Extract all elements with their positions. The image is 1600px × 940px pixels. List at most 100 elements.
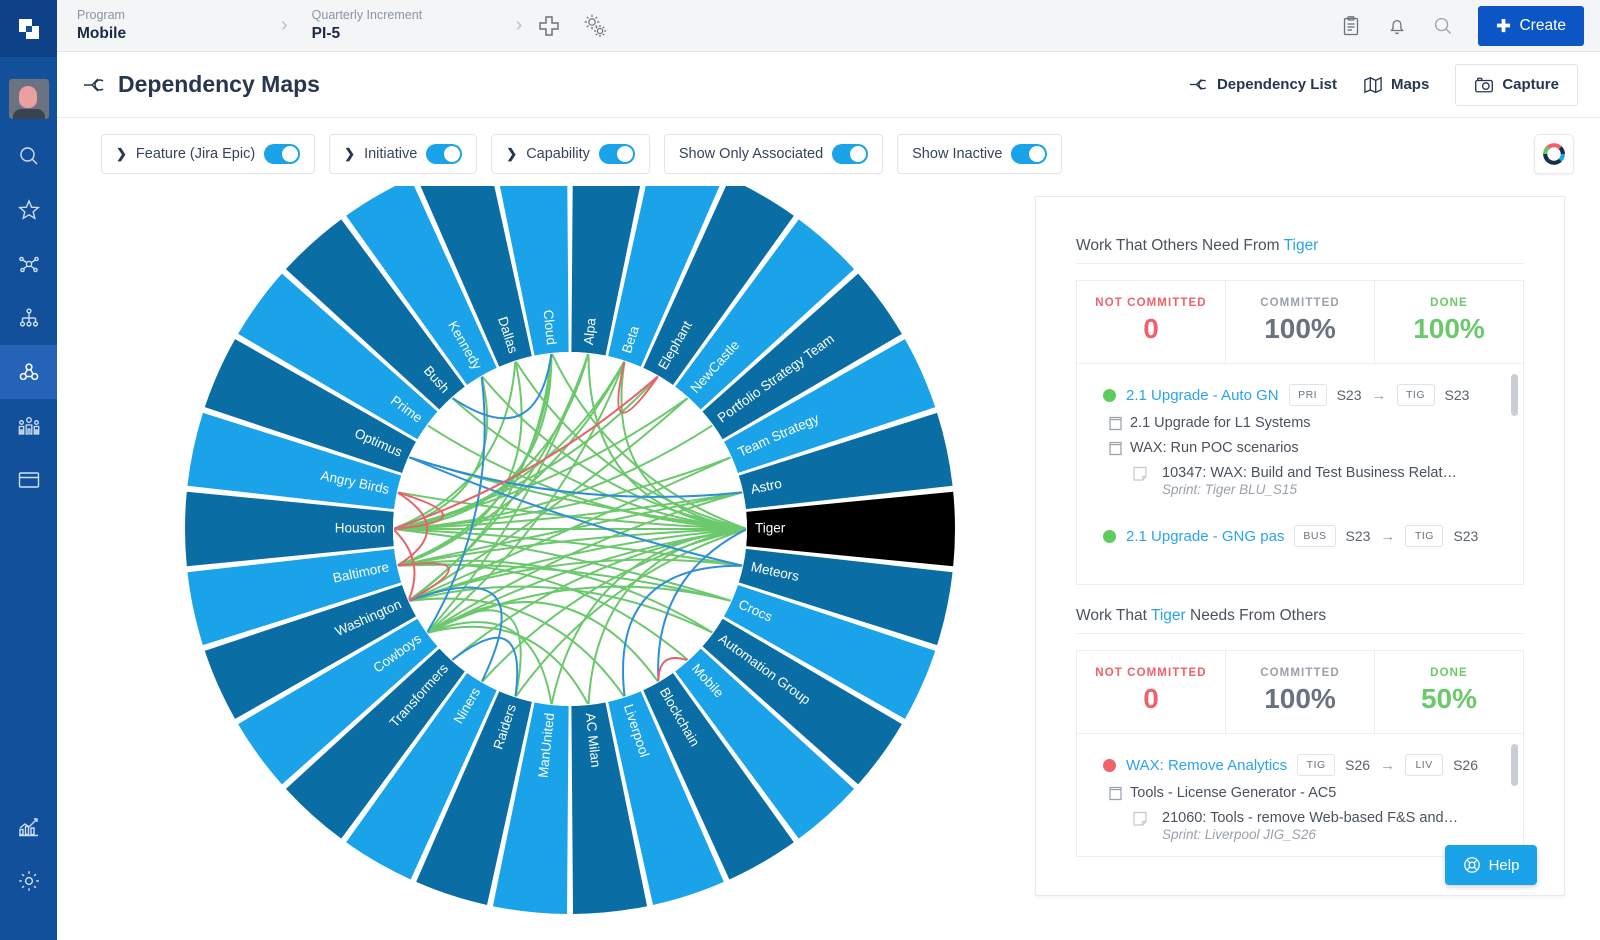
from-team-tag: PRI	[1288, 384, 1327, 406]
app-logo[interactable]	[0, 0, 57, 57]
clipboard-button[interactable]	[1328, 0, 1374, 52]
section2-heading-prefix: Work That	[1076, 607, 1151, 624]
filter-capability-toggle[interactable]	[598, 144, 635, 164]
child-feature-text: 2.1 Upgrade for L1 Systems	[1130, 415, 1311, 431]
chord-segment-label: Houston	[335, 521, 385, 536]
section1-dependency-list[interactable]: 2.1 Upgrade - Auto GN PRI S23 → TIG S23 …	[1076, 363, 1524, 585]
dependency-list-button[interactable]: Dependency List	[1189, 76, 1337, 93]
help-button[interactable]: Help	[1445, 845, 1537, 885]
sidebar-item-search[interactable]	[0, 129, 57, 183]
to-sprint: S23	[1444, 387, 1470, 403]
list-item[interactable]: 2.1 Upgrade - Auto GN PRI S23 → TIG S23 …	[1077, 380, 1523, 505]
filter-show-only-associated-label: Show Only Associated	[678, 146, 824, 162]
camera-icon	[1475, 77, 1494, 92]
search-icon	[19, 147, 37, 165]
add-button[interactable]	[526, 0, 572, 52]
create-button[interactable]: Create	[1478, 5, 1584, 46]
child-feature[interactable]: WAX: Run POC scenarios	[1109, 440, 1497, 456]
section-heading-others-need-from: Work That Others Need From Tiger	[1076, 237, 1524, 264]
dependency-summary-row: 2.1 Upgrade - Auto GN PRI S23 → TIG S23	[1103, 384, 1497, 406]
page-title-group: Dependency Maps	[57, 71, 320, 98]
child-feature[interactable]: Tools - License Generator - AC5	[1109, 785, 1497, 801]
status-badge	[1103, 529, 1116, 543]
sidebar-item-dependencies[interactable]	[0, 345, 57, 399]
to-sprint: S26	[1453, 757, 1479, 773]
sidebar-item-hierarchy[interactable]	[0, 291, 57, 345]
color-legend-button[interactable]	[1534, 134, 1574, 174]
sidebar-item-network[interactable]	[0, 237, 57, 291]
maps-button[interactable]: Maps	[1363, 76, 1429, 94]
section1-scrollbar[interactable]	[1511, 374, 1518, 416]
people-team-icon	[18, 417, 39, 435]
page-title: Dependency Maps	[118, 71, 320, 97]
help-button-label: Help	[1488, 856, 1520, 874]
child-story-sprint: Sprint: Liverpool JIG_S26	[1162, 827, 1316, 842]
sidebar-item-settings[interactable]	[0, 854, 57, 908]
dependency-list-label: Dependency List	[1216, 76, 1337, 93]
star-icon	[17, 199, 40, 220]
filter-initiative-toggle[interactable]	[426, 144, 463, 164]
section2-scrollbar[interactable]	[1511, 744, 1518, 786]
sidebar-item-teams[interactable]	[0, 399, 57, 453]
child-story-sprint: Sprint: Tiger BLU_S15	[1162, 482, 1297, 497]
child-feature-text: Tools - License Generator - AC5	[1130, 785, 1337, 801]
status-badge	[1103, 388, 1116, 402]
status-badge	[1103, 758, 1116, 772]
map-icon	[1364, 76, 1382, 93]
sidebar-item-archive[interactable]	[0, 453, 57, 507]
bell-icon	[1390, 19, 1405, 34]
search-button[interactable]	[1420, 0, 1466, 52]
child-feature[interactable]: 2.1 Upgrade for L1 Systems	[1109, 415, 1497, 431]
list-item[interactable]: 2.1 Upgrade - GNG pas BUS S23 → TIG S23	[1077, 521, 1523, 555]
chevron-right-icon: ❯	[344, 146, 356, 161]
stat-done-label: DONE	[1430, 297, 1468, 309]
filter-show-inactive[interactable]: Show Inactive	[897, 134, 1063, 174]
sidebar-item-favorites[interactable]	[0, 183, 57, 237]
archive-box-icon	[18, 472, 39, 488]
filter-initiative[interactable]: ❯ Initiative	[329, 134, 478, 174]
child-story[interactable]: 10347: WAX: Build and Test Business Rela…	[1133, 465, 1497, 497]
stat-not-committed-value: 0	[1143, 683, 1159, 714]
filter-show-inactive-label: Show Inactive	[912, 146, 1003, 162]
filter-show-inactive-toggle[interactable]	[1011, 144, 1048, 164]
dependency-title[interactable]: WAX: Remove Analytics	[1126, 757, 1287, 774]
breadcrumb-increment[interactable]: Quarterly Increment PI-5	[292, 7, 512, 44]
dependency-title[interactable]: 2.1 Upgrade - GNG pas	[1126, 528, 1284, 545]
create-button-label: Create	[1519, 16, 1566, 34]
section2-dependency-list[interactable]: WAX: Remove Analytics TIG S26 → LIV S26 …	[1076, 733, 1524, 857]
search-icon	[1435, 17, 1452, 34]
topbar-actions: Create	[1328, 0, 1600, 52]
stat-done-label: DONE	[1430, 667, 1468, 679]
stat-committed: COMMITTED 100%	[1226, 651, 1375, 733]
filter-capability[interactable]: ❯ Capability	[491, 134, 650, 174]
section1-stats: NOT COMMITTED 0 COMMITTED 100% DONE 100%	[1076, 280, 1524, 363]
stat-done: DONE 100%	[1375, 281, 1523, 363]
filter-show-only-associated[interactable]: Show Only Associated	[663, 134, 884, 174]
section2-heading-suffix: Needs From Others	[1185, 607, 1327, 624]
dependency-map-chart[interactable]: Kennedy Dallas Cloud Alpa Beta Elephant NewCas…	[57, 186, 1035, 940]
filter-feature-toggle[interactable]	[264, 144, 301, 164]
dependency-icon	[19, 363, 38, 381]
section2-team-link[interactable]: Tiger	[1151, 607, 1186, 624]
filter-feature-jira-epic[interactable]: ❯ Feature (Jira Epic)	[101, 134, 316, 174]
settings-button[interactable]	[572, 0, 618, 52]
page-header-actions: Dependency List Maps Capture	[1189, 63, 1600, 106]
breadcrumb-program[interactable]: Program Mobile	[57, 7, 277, 44]
section1-team-link[interactable]: Tiger	[1284, 237, 1319, 254]
notifications-button[interactable]	[1374, 0, 1420, 52]
dependency-details-panel[interactable]: Work That Others Need From Tiger NOT COM…	[1035, 196, 1565, 896]
child-feature-text: WAX: Run POC scenarios	[1130, 440, 1299, 456]
child-story[interactable]: 21060: Tools - remove Web-based F&S and……	[1133, 810, 1497, 842]
sidebar-item-analytics[interactable]	[0, 800, 57, 854]
capture-button[interactable]: Capture	[1455, 63, 1578, 106]
chord-diagram[interactable]: Kennedy Dallas Cloud Alpa Beta ElephantNewCas…	[57, 186, 1035, 940]
stat-committed-value: 100%	[1264, 313, 1336, 344]
filter-initiative-label: Initiative	[364, 146, 418, 162]
dependency-title[interactable]: 2.1 Upgrade - Auto GN	[1126, 387, 1279, 404]
avatar[interactable]	[8, 79, 49, 119]
dependency-summary-row: WAX: Remove Analytics TIG S26 → LIV S26	[1103, 754, 1497, 776]
stat-committed-label: COMMITTED	[1260, 297, 1340, 309]
list-item[interactable]: WAX: Remove Analytics TIG S26 → LIV S26 …	[1077, 750, 1523, 850]
section1-heading-prefix: Work That Others Need From	[1076, 237, 1284, 254]
filter-show-only-associated-toggle[interactable]	[832, 144, 869, 164]
